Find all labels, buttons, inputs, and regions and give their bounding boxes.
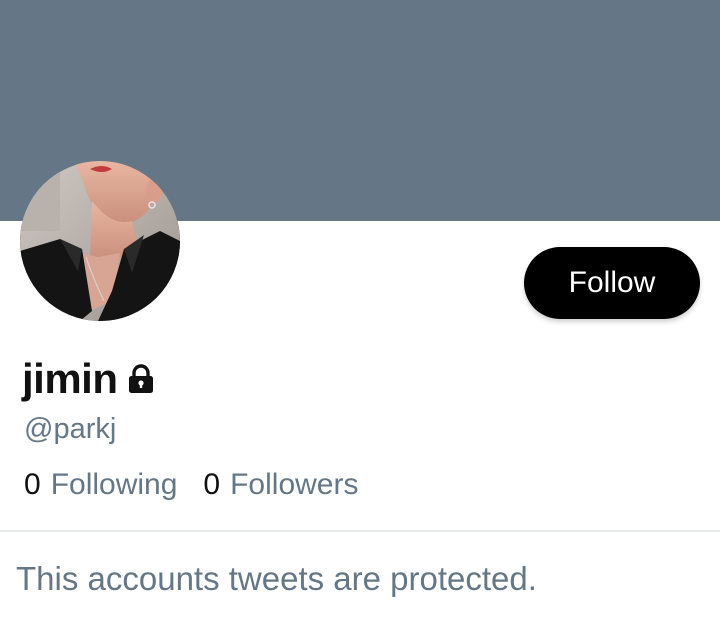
name-row: jimin [22, 352, 156, 406]
following-label: Following [50, 468, 178, 501]
following-count: 0 [24, 468, 41, 501]
followers-count: 0 [203, 468, 221, 501]
profile-page: Follow jimin @parkj 0 Following 0 Follow… [0, 0, 720, 638]
follow-button[interactable]: Follow [524, 247, 700, 319]
followers-stat[interactable]: 0 Followers [203, 468, 358, 502]
followers-label: Followers [230, 468, 359, 501]
avatar-photo [20, 161, 180, 321]
display-name: jimin [22, 355, 118, 402]
protected-message: This accounts tweets are protected. [16, 560, 537, 597]
handle: @parkj [24, 413, 117, 445]
lock-icon [126, 364, 156, 398]
profile-stats: 0 Following 0 Followers [24, 468, 358, 502]
avatar[interactable] [20, 161, 180, 321]
following-stat[interactable]: 0 Following [24, 468, 177, 502]
divider [0, 530, 720, 532]
